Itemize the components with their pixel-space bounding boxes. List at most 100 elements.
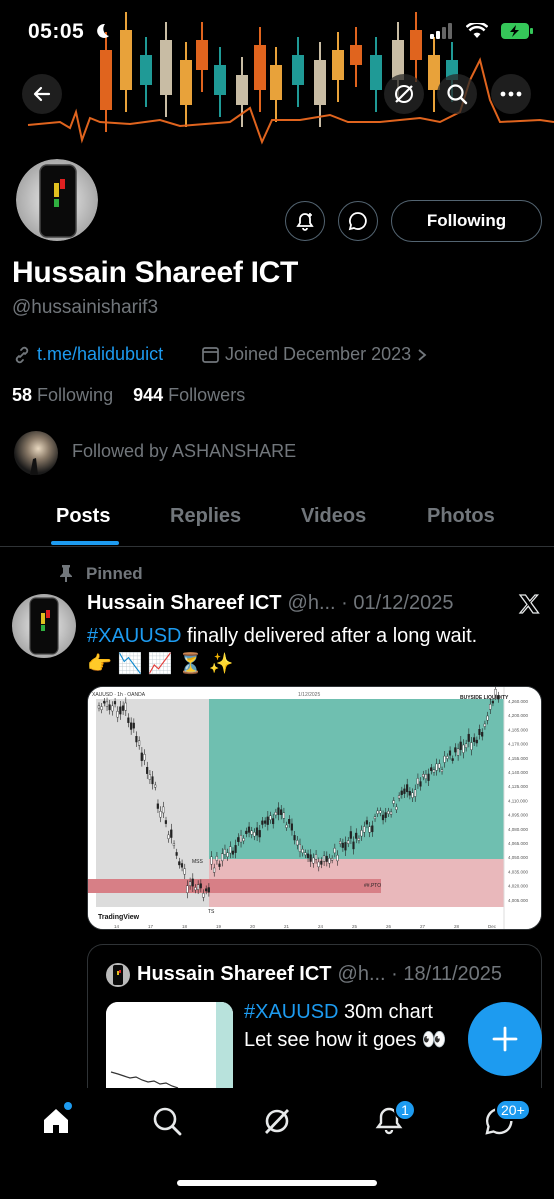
chart-candle <box>255 827 259 836</box>
grok-button[interactable] <box>384 74 424 114</box>
home-unread-dot <box>64 1102 72 1110</box>
banner-candle <box>180 60 192 105</box>
chart-candle <box>397 795 401 799</box>
chart-candle <box>419 781 422 787</box>
nav-grok[interactable] <box>260 1104 294 1138</box>
notify-button[interactable] <box>285 201 325 241</box>
chart-candle <box>422 774 425 778</box>
post-author-avatar[interactable] <box>12 594 76 658</box>
chart-candle <box>135 736 138 743</box>
chart-price-label: 4,200.000 <box>508 713 529 718</box>
chart-candle <box>483 723 486 727</box>
chart-candle <box>188 881 192 886</box>
chart-candle <box>473 737 476 743</box>
nav-search[interactable] <box>150 1104 184 1138</box>
joined-date[interactable]: Joined December 2023 <box>201 344 428 365</box>
message-button[interactable] <box>338 201 378 241</box>
chart-candle <box>105 701 109 707</box>
chart-price-label: 4,185.000 <box>508 727 529 732</box>
chart-candle <box>464 743 468 748</box>
chart-candle <box>215 856 218 861</box>
tab-replies[interactable]: Replies <box>170 505 241 528</box>
chart-candle <box>336 854 339 862</box>
chart-candle <box>333 847 336 854</box>
more-dots-icon <box>500 91 522 97</box>
tab-photos[interactable]: Photos <box>427 505 495 528</box>
profile-link-text[interactable]: t.me/halidubuict <box>37 344 163 365</box>
followed-by-text[interactable]: Followed by ASHANSHARE <box>72 441 296 462</box>
banner-candle <box>160 40 172 95</box>
chart-price-label: 4,260.000 <box>508 699 529 704</box>
chart-candle <box>497 695 500 700</box>
chart-candle <box>371 825 374 833</box>
chart-date-label: Dec <box>488 924 497 929</box>
following-button[interactable]: Following <box>391 200 542 242</box>
profile-link[interactable]: t.me/halidubuict <box>12 344 163 365</box>
chart-candle <box>486 715 489 721</box>
search-button[interactable] <box>437 74 477 114</box>
chart-price-label: 4,140.000 <box>508 770 529 775</box>
back-button[interactable] <box>22 74 62 114</box>
chart-candle <box>129 722 133 730</box>
chart-candle <box>454 747 457 753</box>
followers-count-link[interactable]: 944 Followers <box>133 385 245 405</box>
chart-candle <box>475 739 478 744</box>
search-icon <box>153 1107 182 1136</box>
tab-videos[interactable]: Videos <box>301 505 366 528</box>
plus-icon <box>492 1026 518 1052</box>
banner-candle <box>350 45 362 65</box>
banner-candle <box>214 65 226 95</box>
chart-candle <box>103 700 106 704</box>
chart-candle <box>223 849 226 855</box>
tab-posts[interactable]: Posts <box>56 505 110 528</box>
compose-post-button[interactable] <box>468 1002 542 1076</box>
link-icon <box>15 346 29 363</box>
chart-candle <box>237 837 240 842</box>
post-emojis: 👉 📉 📈 ⏳ ✨ <box>87 653 234 675</box>
chart-candle <box>221 853 224 862</box>
chart-candle <box>226 852 229 858</box>
pin-icon <box>60 565 72 582</box>
chart-candle <box>180 863 184 868</box>
chart-candle <box>285 824 288 828</box>
profile-name: Hussain Shareef ICT <box>12 256 299 289</box>
xauusd-chart-screenshot: XAUUSD · 1h · OANDA 1/12/2025 BUYSIDE LI… <box>88 687 541 929</box>
chart-candle <box>194 887 197 891</box>
chart-date-label: 24 <box>318 924 324 929</box>
chart-candle <box>408 790 411 796</box>
banner-candle <box>100 50 112 110</box>
chart-candle <box>266 816 269 825</box>
banner-candle <box>370 55 382 90</box>
profile-avatar[interactable] <box>12 155 102 245</box>
chart-candle <box>363 826 366 833</box>
chart-candle <box>365 820 368 825</box>
banner-candle <box>314 60 326 105</box>
chart-candle <box>456 748 460 756</box>
banner-candle <box>196 40 208 70</box>
chart-candle <box>306 853 310 859</box>
chart-candle <box>448 750 452 756</box>
chart-candle <box>309 854 312 862</box>
chart-candle <box>400 790 403 795</box>
chart-date-label: 27 <box>420 924 426 929</box>
chart-candle <box>403 788 406 794</box>
chart-candle <box>154 784 157 788</box>
following-count-link[interactable]: 58 Following <box>12 385 113 405</box>
chart-candle <box>146 766 149 774</box>
chart-candle <box>451 758 454 761</box>
followed-by-avatar[interactable] <box>14 431 58 475</box>
post-header: Hussain Shareef ICT @h... · 01/12/2025 <box>87 592 453 615</box>
more-button[interactable] <box>491 74 531 114</box>
chart-candle <box>111 705 114 712</box>
chart-price-label: 4,050.000 <box>508 855 529 860</box>
chart-candle <box>271 818 275 825</box>
chart-candle <box>250 830 253 835</box>
search-icon <box>447 84 468 105</box>
chart-candle <box>392 800 395 804</box>
chart-date-label: 28 <box>454 924 460 929</box>
chart-candle <box>159 811 162 818</box>
post-hashtag[interactable]: #XAUUSD <box>87 625 181 647</box>
post-author-name[interactable]: Hussain Shareef ICT <box>87 592 282 615</box>
post-chart-image[interactable]: XAUUSD · 1h · OANDA 1/12/2025 BUYSIDE LI… <box>87 686 542 930</box>
tradingview-watermark: TradingView <box>98 914 140 921</box>
